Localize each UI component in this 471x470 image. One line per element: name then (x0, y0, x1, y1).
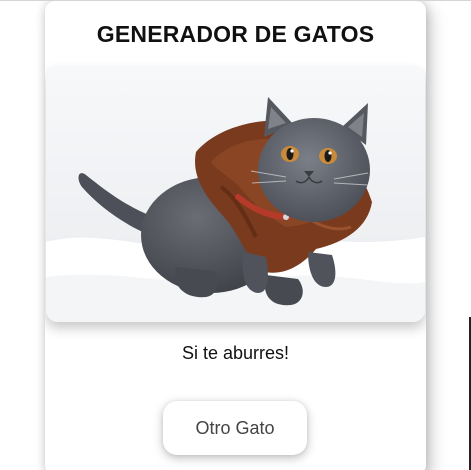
page: GENERADOR DE GATOS Si te aburres! Otro G… (0, 0, 471, 470)
page-title: GENERADOR DE GATOS (96, 21, 375, 47)
another-cat-button[interactable]: Otro Gato (163, 401, 307, 455)
cat-image (46, 67, 425, 322)
subtitle: Si te aburres! (181, 343, 290, 363)
cat-generator-card: GENERADOR DE GATOS Si te aburres! Otro G… (45, 1, 426, 470)
cat-photo-illustration (46, 67, 425, 322)
